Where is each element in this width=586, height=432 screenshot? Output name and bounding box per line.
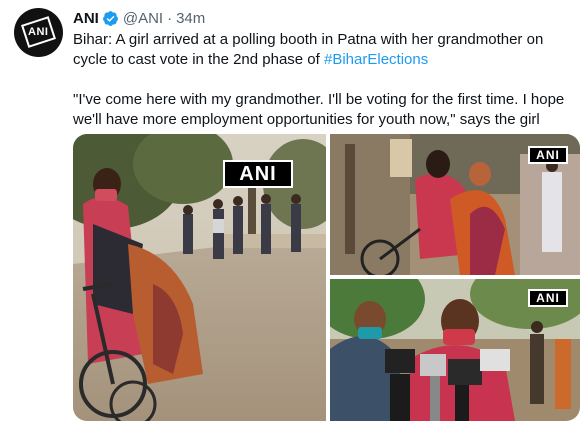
ani-watermark: ANI (223, 160, 293, 188)
verified-badge-icon (102, 10, 118, 26)
ani-logo-icon: ANI (21, 16, 56, 48)
photo-grandmother-cycle-back[interactable]: ANI (330, 134, 580, 275)
author-handle[interactable]: @ANI (123, 10, 163, 27)
tweet-text-line-1: Bihar: A girl arrived at a polling booth… (73, 31, 544, 68)
separator-dot: · (167, 9, 173, 27)
photo-girl-interview-mics[interactable]: ANI (330, 279, 580, 421)
timestamp[interactable]: 34m (176, 10, 205, 27)
ani-watermark: ANI (528, 146, 568, 164)
photo-girl-on-cycle[interactable]: ANI (73, 134, 326, 421)
hashtag-link[interactable]: #BiharElections (324, 51, 428, 68)
tweet-text-paragraph-2: "I've come here with my grandmother. I'l… (73, 91, 565, 128)
tweet-header: ANI @ANI · 34m (73, 8, 205, 28)
avatar[interactable]: ANI (14, 8, 63, 57)
media-grid: ANI ANI ANI (73, 134, 580, 421)
tweet-text-paragraph-1: Bihar: A girl arrived at a polling booth… (73, 30, 578, 70)
tweet-text: Bihar: A girl arrived at a polling booth… (73, 30, 578, 130)
ani-watermark: ANI (528, 289, 568, 307)
author-name[interactable]: ANI (73, 10, 99, 27)
